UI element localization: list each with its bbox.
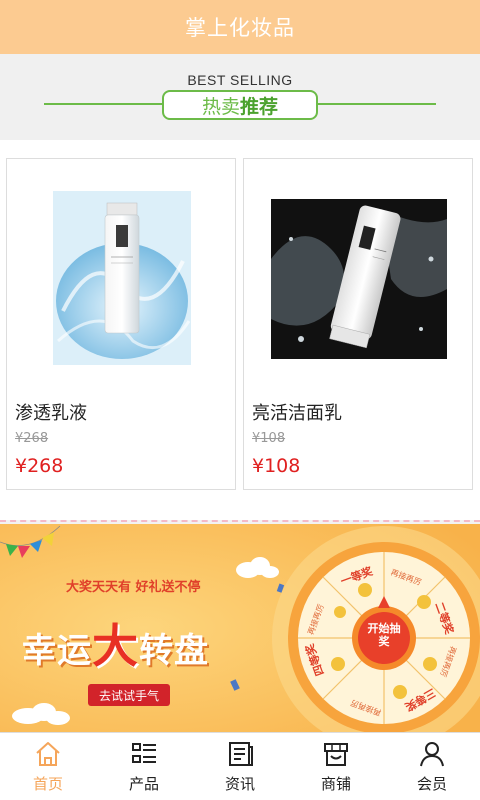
user-icon [420,742,444,767]
product-name: 渗透乳液 [15,403,87,424]
product-old-price: ¥268 [15,431,49,446]
tab-label: 会员 [416,775,447,793]
dashed-divider [0,520,480,522]
best-selling-label: BEST SELLING [187,72,293,88]
tab-news[interactable]: 资讯 [192,733,288,800]
lucky-wheel-banner[interactable]: 大奖天天有 好礼送不停 幸运大转盘 去试试手气 开始抽奖 一等奖 二等奖 三等奖… [0,524,480,732]
news-icon [229,742,253,766]
title-prefix: 热卖 [201,95,240,118]
tab-home[interactable]: 首页 [0,733,96,800]
product-image-cleanser [271,199,447,359]
product-name: 亮活洁面乳 [252,403,342,424]
banner-title-b: 转盘 [139,631,209,671]
shop-icon [324,743,348,766]
top-bar: 掌上化妆品 [0,0,480,54]
app-title: 掌上化妆品 [185,16,295,40]
wheel-start-button[interactable]: 开始抽奖 [366,622,402,648]
banner-title-big: 大 [92,619,139,673]
list-icon [132,743,156,763]
tab-shop[interactable]: 商铺 [288,733,384,800]
home-icon [36,742,60,766]
product-image-emulsion [53,191,191,365]
banner-subtitle: 大奖天天有 好礼送不停 [66,580,201,595]
banner-title: 幸运大转盘 [22,610,209,676]
divider-left [44,103,162,105]
bottom-tab-bar: 首页 产品 资讯 商铺 会员 [0,732,480,800]
tab-member[interactable]: 会员 [384,733,480,800]
tab-label: 资讯 [224,775,255,793]
product-old-price: ¥108 [252,431,286,446]
divider-right [318,103,436,105]
app-screen: 掌上化妆品 BEST SELLING 热卖 推荐 渗透乳液 ¥268 ¥268 … [0,0,480,800]
tab-label: 首页 [32,775,63,793]
hot-recommend-title: 热卖 推荐 [162,90,318,120]
product-card-2[interactable]: 亮活洁面乳 ¥108 ¥108 [243,158,473,490]
tab-label: 产品 [128,775,159,793]
product-card-1[interactable]: 渗透乳液 ¥268 ¥268 [6,158,236,490]
title-bold: 推荐 [240,95,279,118]
try-luck-button[interactable]: 去试试手气 [88,687,170,704]
product-price: ¥108 [252,455,301,477]
product-price: ¥268 [15,455,64,477]
tab-label: 商铺 [320,775,351,793]
tab-products[interactable]: 产品 [96,733,192,800]
banner-title-a: 幸运 [22,631,92,671]
